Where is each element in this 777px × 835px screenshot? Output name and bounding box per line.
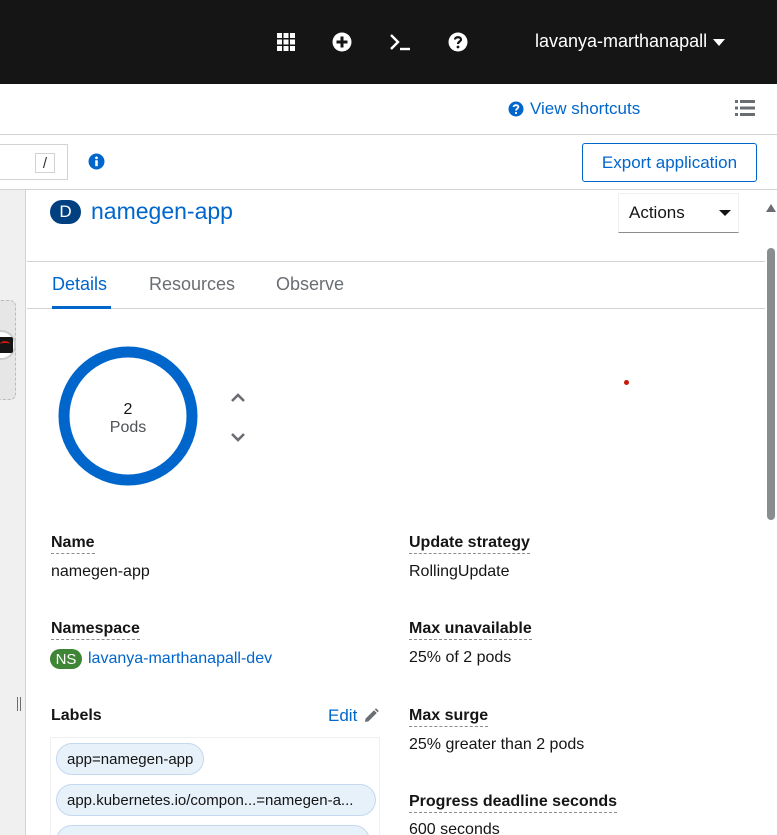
namespace-badge: NS (50, 649, 82, 669)
user-menu[interactable]: lavanya-marthanapall (535, 31, 726, 52)
name-label: Name (51, 534, 95, 554)
node-mark-icon (0, 341, 10, 347)
filter-toolbar: / Export application (0, 135, 777, 190)
labels-label: Labels (51, 707, 102, 724)
caret-down-icon (713, 39, 726, 46)
resource-title-link[interactable]: namegen-app (91, 198, 233, 225)
tab-resources[interactable]: Resources (149, 274, 235, 295)
keyboard-shortcut-hint: / (35, 153, 55, 173)
label-chip-partial[interactable] (56, 825, 370, 835)
max-surge-value: 25% greater than 2 pods (409, 736, 585, 753)
terminal-icon[interactable] (388, 30, 412, 54)
progress-deadline-value: 600 seconds (409, 821, 500, 835)
progress-deadline-label: Progress deadline seconds (409, 793, 618, 813)
max-unavailable-value: 25% of 2 pods (409, 649, 512, 666)
panel-scrollbar[interactable] (765, 190, 777, 835)
namespace-link[interactable]: lavanya-marthanapall-dev (88, 650, 272, 667)
resize-handle[interactable] (17, 697, 23, 711)
topology-toolbar: View shortcuts (0, 84, 777, 135)
active-tab-indicator (52, 306, 111, 309)
scroll-up-icon[interactable] (766, 204, 776, 212)
actions-dropdown[interactable]: Actions (618, 193, 739, 233)
panel-tabs: Details Resources Observe (27, 261, 765, 309)
tab-observe[interactable]: Observe (276, 274, 344, 295)
pod-count: 2 (123, 401, 133, 418)
scale-down-icon[interactable] (229, 431, 247, 443)
update-strategy-value: RollingUpdate (409, 563, 510, 580)
caret-down-icon (718, 210, 731, 216)
topology-canvas[interactable] (0, 190, 26, 835)
side-panel: D namegen-app Actions Details Resources … (27, 190, 765, 835)
labels-list: app=namegen-app app.kubernetes.io/compon… (50, 737, 380, 835)
tab-details[interactable]: Details (52, 274, 107, 295)
user-name: lavanya-marthanapall (535, 31, 708, 51)
label-chip[interactable]: app=namegen-app (56, 743, 205, 775)
view-shortcuts-label: View shortcuts (530, 99, 641, 118)
view-shortcuts-link[interactable]: View shortcuts (508, 99, 640, 119)
masthead: lavanya-marthanapall (0, 0, 777, 84)
plus-circle-icon[interactable] (330, 30, 354, 54)
deployment-badge: D (50, 199, 81, 224)
pod-count-label: Pods (109, 419, 147, 436)
grid-icon[interactable] (274, 30, 298, 54)
panel-title: D namegen-app (50, 198, 233, 225)
list-view-icon[interactable] (735, 99, 755, 117)
scroll-thumb[interactable] (767, 248, 775, 520)
namespace-label: Namespace (51, 620, 140, 640)
help-circle-icon (508, 101, 524, 117)
export-application-button[interactable]: Export application (582, 143, 757, 182)
edit-label: Edit (328, 706, 358, 725)
edit-labels-button[interactable]: Edit (328, 706, 380, 726)
max-unavailable-label: Max unavailable (409, 620, 532, 640)
actions-label: Actions (629, 203, 685, 222)
info-icon[interactable] (88, 153, 105, 170)
name-value: namegen-app (51, 563, 150, 580)
find-by-name-input[interactable]: / (0, 144, 68, 180)
help-icon[interactable] (446, 30, 470, 54)
label-chip[interactable]: app.kubernetes.io/compon...=namegen-a... (56, 784, 376, 816)
pencil-icon (365, 708, 380, 722)
scale-up-icon[interactable] (229, 391, 247, 403)
namespace-value: NS lavanya-marthanapall-dev (50, 649, 272, 669)
update-strategy-label: Update strategy (409, 534, 530, 554)
max-surge-label: Max surge (409, 707, 489, 727)
status-dot (624, 380, 629, 385)
